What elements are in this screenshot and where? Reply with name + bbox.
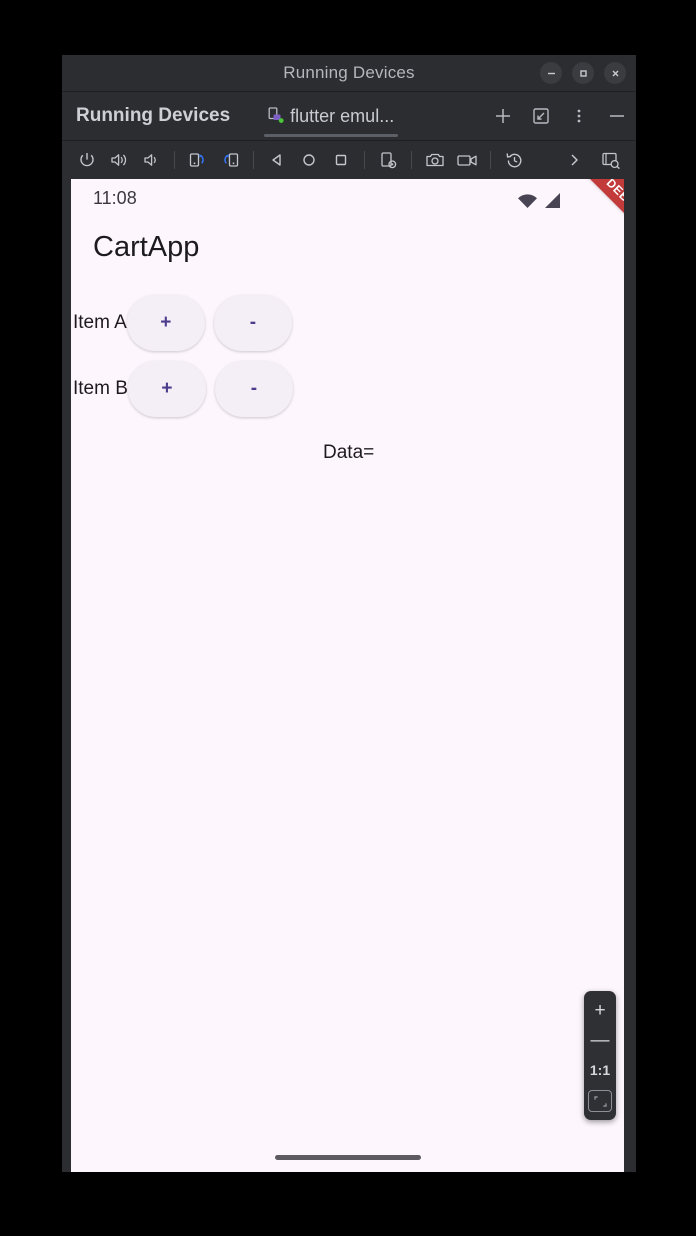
phone-screen: 11:08 DEBUG CartApp Item A + - Item B + … [71,179,624,1172]
cell-signal-icon [543,192,562,214]
window-controls [540,55,626,91]
tab-active-underline [264,134,399,137]
back-button[interactable] [262,145,292,175]
tab-label: flutter emul... [290,105,395,126]
reset-history-button[interactable] [499,145,529,175]
detach-window-button[interactable] [530,105,552,127]
panel-title: Running Devices [76,105,231,126]
emulator-viewport: 11:08 DEBUG CartApp Item A + - Item B + … [62,179,636,1172]
tab-flutter-emulator[interactable]: flutter emul... [260,92,402,140]
running-devices-window: Running Devices Running Devices flutter … [62,55,636,1172]
toolbar-divider [411,151,412,169]
tabstrip-actions [492,92,628,140]
device-running-icon [268,107,285,125]
cart-row-item-a: Item A + - [71,294,624,352]
item-b-decrement-button[interactable]: - [214,361,293,417]
more-toolbar-button[interactable] [559,145,589,175]
toolbar-divider [364,151,365,169]
item-b-label: Item B [73,378,128,399]
window-title: Running Devices [283,63,415,82]
minimize-button[interactable] [540,62,562,84]
status-time: 11:08 [93,187,137,208]
data-readout: Data= [323,442,375,463]
window-titlebar: Running Devices [62,55,636,92]
app-title: CartApp [93,231,200,263]
fit-to-screen-button[interactable] [585,1086,615,1114]
emulator-left-bezel [62,179,71,1172]
power-button[interactable] [72,145,102,175]
volume-up-button[interactable] [104,145,134,175]
gesture-navigation-bar[interactable] [274,1155,421,1160]
actual-size-button[interactable]: 1:1 [585,1056,615,1084]
panel-tabstrip: Running Devices flutter emul... [62,92,636,140]
close-button[interactable] [604,62,626,84]
item-a-decrement-button[interactable]: - [213,295,292,351]
toolbar-divider [174,151,175,169]
volume-down-button[interactable] [136,145,166,175]
wifi-icon [517,192,538,214]
layout-inspector-button[interactable] [596,145,626,175]
record-screen-button[interactable] [452,145,482,175]
item-a-label: Item A [73,312,127,333]
android-status-bar: 11:08 DEBUG [71,179,624,259]
zoom-in-button[interactable]: + [585,996,615,1024]
item-b-increment-button[interactable]: + [127,361,206,417]
toolbar-divider [253,151,254,169]
rotate-right-button[interactable] [183,145,213,175]
screenshot-button[interactable] [420,145,450,175]
status-bar-icons [517,192,562,214]
cart-row-item-b: Item B + - [71,360,624,418]
emulator-right-bezel [624,179,636,1172]
fit-screen-icon [588,1090,612,1112]
cart-item-list: Item A + - Item B + - Data= [71,294,624,464]
emulator-zoom-control: + — 1:1 [584,991,616,1120]
overview-button[interactable] [326,145,356,175]
minimize-panel-button[interactable] [606,105,628,127]
maximize-button[interactable] [572,62,594,84]
rotate-left-button[interactable] [215,145,245,175]
add-device-button[interactable] [492,105,514,127]
device-settings-button[interactable] [373,145,403,175]
device-toolbar [62,140,636,179]
toolbar-divider [490,151,491,169]
zoom-out-button[interactable]: — [585,1026,615,1054]
item-a-increment-button[interactable]: + [126,295,205,351]
home-button[interactable] [294,145,324,175]
more-options-button[interactable] [568,105,590,127]
screenshot-root: Running Devices Running Devices flutter … [0,0,696,1236]
